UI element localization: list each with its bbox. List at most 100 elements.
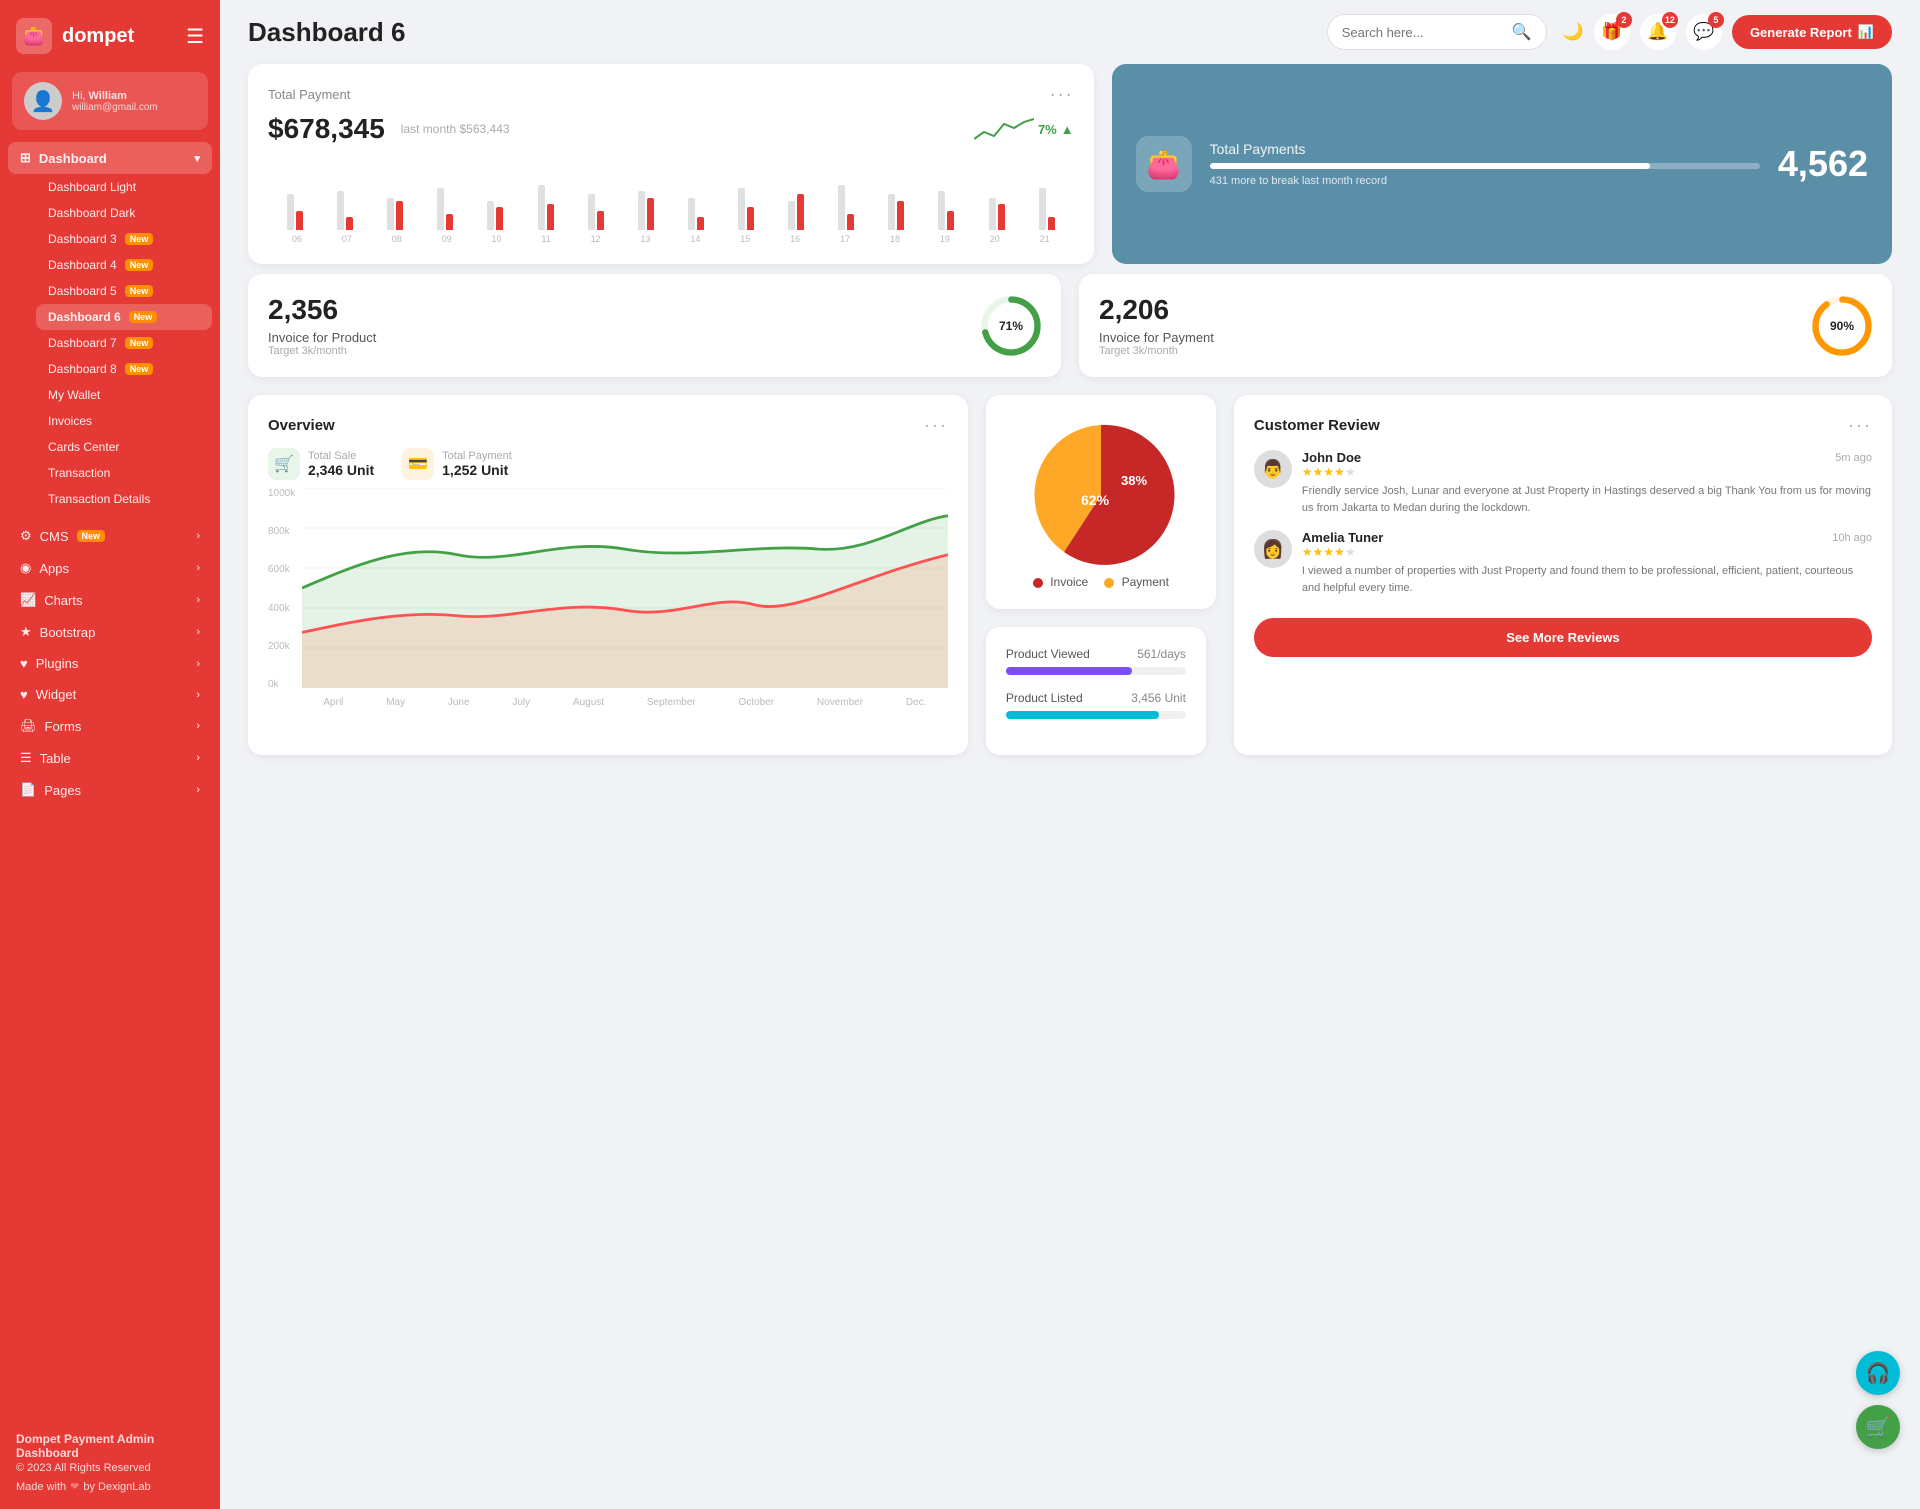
review-avatar-1: 👨	[1254, 450, 1292, 488]
sidebar-item-cards-center[interactable]: Cards Center	[36, 434, 212, 460]
sidebar-item-plugins[interactable]: ♥Plugins›	[8, 648, 212, 679]
bar-col	[372, 165, 418, 230]
sidebar-item-dashboard-7[interactable]: Dashboard 7 New	[36, 330, 212, 356]
review-text-1: Friendly service Josh, Lunar and everyon…	[1302, 483, 1872, 516]
row-1: Total Payment ··· $678,345 last month $5…	[248, 64, 1892, 264]
bar-col	[272, 165, 318, 230]
theme-toggle[interactable]: 🌙	[1563, 22, 1584, 42]
blue-card-sub: 431 more to break last month record	[1210, 175, 1760, 187]
chart-bar-icon: 📊	[1858, 24, 1874, 40]
gift-button[interactable]: 🎁 2	[1594, 14, 1630, 50]
sidebar-item-table[interactable]: ☰Table›	[8, 742, 212, 774]
invoice-product-sub: Target 3k/month	[268, 345, 969, 357]
chevron-right-icon: ›	[196, 689, 200, 701]
notification-button[interactable]: 🔔 12	[1640, 14, 1676, 50]
pie-chart-svg: 62% 38%	[1021, 415, 1181, 575]
invoice-product-donut: 71%	[981, 296, 1041, 356]
pie-legend: Invoice Payment	[1033, 575, 1169, 589]
sidebar-item-my-wallet[interactable]: My Wallet	[36, 382, 212, 408]
invoice-payment-card: 2,206 Invoice for Payment Target 3k/mont…	[1079, 274, 1892, 377]
bar-col	[923, 165, 969, 230]
review-time-2: 10h ago	[1832, 532, 1872, 544]
total-payment-amount: $678,345	[268, 113, 385, 145]
support-float-button[interactable]: 🎧	[1856, 1351, 1900, 1395]
product-listed-progress	[1006, 711, 1186, 719]
main-content: Dashboard 6 🔍 🌙 🎁 2 🔔 12 💬 5 Generate Re…	[220, 0, 1920, 1509]
review-menu[interactable]: ···	[1848, 415, 1872, 436]
sidebar-item-apps[interactable]: ◉Apps›	[8, 552, 212, 584]
sidebar: 👛 dompet ☰ 👤 Hi, William william@gmail.c…	[0, 0, 220, 1509]
sidebar-item-dashboard-6[interactable]: Dashboard 6 New	[36, 304, 212, 330]
footer-title: Dompet Payment Admin Dashboard	[16, 1432, 204, 1460]
total-sale-value: 2,346 Unit	[308, 462, 374, 478]
legend-total-payment: 💳 Total Payment 1,252 Unit	[402, 448, 512, 480]
row-2: 2,356 Invoice for Product Target 3k/mont…	[248, 274, 1892, 377]
product-viewed-fill	[1006, 667, 1132, 675]
total-payment-card: Total Payment ··· $678,345 last month $5…	[248, 64, 1094, 264]
sidebar-item-forms[interactable]: 🖨Forms›	[8, 710, 212, 742]
svg-text:38%: 38%	[1121, 473, 1147, 488]
footer-copyright: © 2023 All Rights Reserved	[16, 1462, 204, 1474]
overview-card: Overview ··· 🛒 Total Sale 2,346 Unit 💳	[248, 395, 968, 755]
x-axis-labels: April May June July August September Oct…	[302, 697, 948, 708]
chat-button[interactable]: 💬 5	[1686, 14, 1722, 50]
sidebar-item-dashboard-3[interactable]: Dashboard 3 New	[36, 226, 212, 252]
invoice-payment-donut: 90%	[1812, 296, 1872, 356]
bar-col	[422, 165, 468, 230]
bar-col	[823, 165, 869, 230]
user-name: William	[89, 90, 127, 102]
sidebar-item-bootstrap[interactable]: ★Bootstrap›	[8, 616, 212, 648]
topbar-icons: 🌙 🎁 2 🔔 12 💬 5 Generate Report 📊	[1563, 14, 1892, 50]
blue-progress-fill	[1210, 163, 1650, 169]
floating-buttons: 🎧 🛒	[1856, 1351, 1900, 1449]
review-text-2: I viewed a number of properties with Jus…	[1302, 563, 1872, 596]
total-payment-icon: 💳	[402, 448, 434, 480]
main-nav: ⚙CMSNew› ◉Apps› 📈Charts› ★Bootstrap› ♥Pl…	[0, 520, 220, 806]
trend-sparkline	[974, 114, 1034, 144]
product-viewed-value: 561/days	[1137, 647, 1186, 661]
bar-col	[1024, 165, 1070, 230]
bar-col	[523, 165, 569, 230]
sidebar-item-widget[interactable]: ♥Widget›	[8, 679, 212, 710]
chevron-right-icon: ›	[196, 784, 200, 796]
total-payment-menu[interactable]: ···	[1050, 84, 1074, 105]
hamburger-icon[interactable]: ☰	[186, 24, 204, 49]
sidebar-item-transaction-details[interactable]: Transaction Details	[36, 486, 212, 512]
brand-icon: 👛	[16, 18, 52, 54]
sidebar-item-dashboard-dark[interactable]: Dashboard Dark	[36, 200, 212, 226]
row-3: Overview ··· 🛒 Total Sale 2,346 Unit 💳	[248, 395, 1892, 755]
sidebar-item-cms[interactable]: ⚙CMSNew›	[8, 520, 212, 552]
sidebar-item-transaction[interactable]: Transaction	[36, 460, 212, 486]
chevron-right-icon: ›	[196, 530, 200, 542]
total-payment-last-month: last month $563,443	[401, 122, 510, 136]
invoice-product-label: Invoice for Product	[268, 330, 969, 345]
invoice-payment-number: 2,206	[1099, 294, 1800, 326]
sidebar-item-pages[interactable]: 📄Pages›	[8, 774, 212, 806]
dashboard-menu[interactable]: ⊞ Dashboard ▾	[8, 142, 212, 174]
bar-col	[573, 165, 619, 230]
total-payment-label: Total Payment	[268, 87, 350, 102]
content: Total Payment ··· $678,345 last month $5…	[220, 64, 1920, 1509]
sidebar-footer: Dompet Payment Admin Dashboard © 2023 Al…	[0, 1420, 220, 1493]
brand-name: dompet	[62, 25, 134, 48]
generate-report-button[interactable]: Generate Report 📊	[1732, 15, 1892, 49]
invoice-product-pct: 71%	[999, 319, 1023, 333]
sidebar-item-dashboard-8[interactable]: Dashboard 8 New	[36, 356, 212, 382]
user-email: william@gmail.com	[72, 102, 158, 113]
see-more-reviews-button[interactable]: See More Reviews	[1254, 618, 1872, 657]
bar-col	[773, 165, 819, 230]
wallet-icon: 👛	[1136, 136, 1192, 192]
sidebar-item-charts[interactable]: 📈Charts›	[8, 584, 212, 616]
sidebar-item-dashboard-5[interactable]: Dashboard 5 New	[36, 278, 212, 304]
search-input[interactable]	[1342, 25, 1504, 40]
review-name-2: Amelia Tuner	[1302, 530, 1383, 545]
product-listed-fill	[1006, 711, 1159, 719]
y-axis-labels: 1000k 800k 600k 400k 200k 0k	[268, 488, 295, 708]
overview-menu[interactable]: ···	[924, 415, 948, 436]
page-title: Dashboard 6	[248, 17, 1311, 48]
cart-float-button[interactable]: 🛒	[1856, 1405, 1900, 1449]
sidebar-item-dashboard-4[interactable]: Dashboard 4 New	[36, 252, 212, 278]
sidebar-item-invoices[interactable]: Invoices	[36, 408, 212, 434]
review-name-1: John Doe	[1302, 450, 1361, 465]
sidebar-item-dashboard-light[interactable]: Dashboard Light	[36, 174, 212, 200]
